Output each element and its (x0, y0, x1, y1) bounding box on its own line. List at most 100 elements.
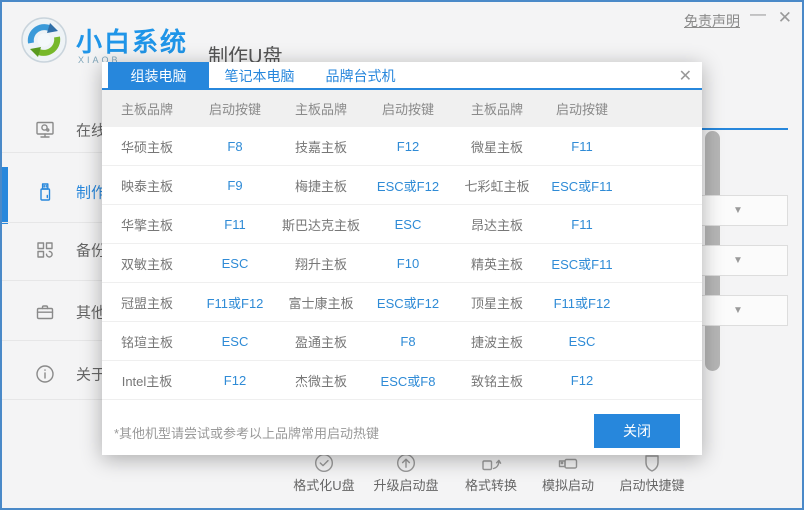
boot-key: ESC (364, 217, 452, 232)
motherboard-brand: 致铭主板 (452, 371, 542, 390)
motherboard-brand: 顶星主板 (452, 293, 542, 312)
sidebar-item-make-usb[interactable]: 制作 (2, 163, 102, 221)
divider (2, 340, 102, 341)
divider (2, 152, 102, 153)
boot-key: F8 (192, 139, 278, 154)
dialog-close-icon[interactable]: ✕ (679, 66, 692, 86)
tab-brand-desktop[interactable]: 品牌台式机 (310, 62, 411, 90)
motherboard-brand: 梅捷主板 (278, 176, 364, 195)
boot-key: F11 (542, 217, 622, 232)
motherboard-brand: 双敏主板 (102, 254, 192, 273)
boot-hotkey-dialog: 组装电脑 笔记本电脑 品牌台式机 ✕ 主板品牌 启动按键 主板品牌 启动按键 主… (102, 62, 702, 455)
boot-key: F12 (542, 373, 622, 388)
close-dialog-button[interactable]: 关闭 (594, 414, 680, 448)
motherboard-brand: 斯巴达克主板 (278, 215, 364, 234)
app-logo-icon (20, 16, 68, 64)
check-circle-icon (313, 452, 335, 474)
motherboard-brand: 七彩虹主板 (452, 176, 542, 195)
toolbar-item-label: 启动快捷键 (606, 475, 698, 494)
chevron-down-icon: ▼ (733, 205, 743, 216)
motherboard-brand: 盈通主板 (278, 332, 364, 351)
boot-key: F11或F12 (192, 293, 278, 312)
boot-key: F12 (192, 373, 278, 388)
boot-key: ESC (192, 334, 278, 349)
boot-key: F11 (192, 217, 278, 232)
app-title: 小白系统 (76, 22, 188, 59)
toolbar-item-label: 模拟启动 (522, 475, 614, 494)
footnote-text: *其他机型请尝试或参考以上品牌常用启动热键 (114, 423, 379, 442)
motherboard-brand: 映泰主板 (102, 176, 192, 195)
motherboard-brand: 精英主板 (452, 254, 542, 273)
boot-key: ESC (542, 334, 622, 349)
boot-key: F10 (364, 256, 452, 271)
grid-icon (34, 239, 56, 261)
boot-key: ESC或F12 (364, 176, 452, 195)
column-header: 启动按键 (542, 99, 622, 118)
toolbar-item-label: 格式化U盘 (278, 475, 370, 494)
app-window: 免责声明 — ✕ 小白系统 XIAOB 制作U盘 在线 (0, 0, 804, 510)
chevron-down-icon: ▼ (733, 255, 743, 266)
motherboard-brand: 富士康主板 (278, 293, 364, 312)
divider (2, 399, 102, 400)
sidebar-item-online[interactable]: 在线 (2, 101, 102, 159)
chevron-down-icon: ▼ (733, 305, 743, 316)
boot-key: ESC (192, 256, 278, 271)
sidebar-item-about[interactable]: 关于 (2, 345, 102, 403)
sidebar-item-backup[interactable]: 备份 (2, 221, 102, 279)
table-row: 双敏主板ESC翔升主板F10精英主板ESC或F11 (102, 244, 702, 283)
motherboard-brand: 技嘉主板 (278, 137, 364, 156)
sidebar-active-indicator (2, 167, 8, 224)
motherboard-brand: Intel主板 (102, 371, 192, 390)
boot-key: F11或F12 (542, 293, 622, 312)
arrow-up-circle-icon (395, 452, 417, 474)
info-icon (34, 363, 56, 385)
toolbar-boot-hotkeys[interactable]: 启动快捷键 (606, 452, 698, 494)
tab-assembled-pc[interactable]: 组装电脑 (108, 62, 209, 90)
table-header-row: 主板品牌 启动按键 主板品牌 启动按键 主板品牌 启动按键 (102, 90, 702, 127)
motherboard-brand: 华硕主板 (102, 137, 192, 156)
table-row: 华硕主板F8技嘉主板F12微星主板F11 (102, 127, 702, 166)
disclaimer-link[interactable]: 免责声明 (684, 11, 740, 31)
convert-icon (480, 452, 502, 474)
toolbar-item-label: 升级启动盘 (360, 475, 452, 494)
boot-key: F8 (364, 334, 452, 349)
column-header: 主板品牌 (452, 99, 542, 118)
motherboard-brand: 微星主板 (452, 137, 542, 156)
boot-key: ESC或F8 (364, 371, 452, 390)
dialog-footer: *其他机型请尝试或参考以上品牌常用启动热键 关闭 (102, 400, 702, 455)
table-row: Intel主板F12杰微主板ESC或F8致铭主板F12 (102, 361, 702, 400)
dialog-tabs: 组装电脑 笔记本电脑 品牌台式机 ✕ (102, 62, 702, 90)
divider (2, 222, 102, 223)
boot-key: F9 (192, 178, 278, 193)
column-header: 启动按键 (192, 99, 278, 118)
monitor-icon (34, 119, 56, 141)
sidebar-item-other[interactable]: 其他 (2, 283, 102, 341)
minimize-icon[interactable]: — (750, 6, 766, 24)
toolbar-upgrade-boot-disk[interactable]: 升级启动盘 (360, 452, 452, 494)
divider (2, 280, 102, 281)
tab-laptop[interactable]: 笔记本电脑 (209, 62, 310, 90)
motherboard-brand: 铭瑄主板 (102, 332, 192, 351)
motherboard-brand: 捷波主板 (452, 332, 542, 351)
boot-key: ESC或F12 (364, 293, 452, 312)
briefcase-icon (34, 301, 56, 323)
toolbar-format-usb[interactable]: 格式化U盘 (278, 452, 370, 494)
column-header: 主板品牌 (102, 99, 192, 118)
shield-icon (641, 452, 663, 474)
toolbar-simulate-boot[interactable]: 模拟启动 (522, 452, 614, 494)
boot-key: ESC或F11 (542, 176, 622, 195)
usb-stick-icon (557, 452, 579, 474)
boot-key: F12 (364, 139, 452, 154)
motherboard-brand: 华擎主板 (102, 215, 192, 234)
table-row: 冠盟主板F11或F12富士康主板ESC或F12顶星主板F11或F12 (102, 283, 702, 322)
motherboard-brand: 冠盟主板 (102, 293, 192, 312)
motherboard-brand: 杰微主板 (278, 371, 364, 390)
window-close-icon[interactable]: ✕ (778, 8, 792, 28)
motherboard-brand: 翔升主板 (278, 254, 364, 273)
table-row: 铭瑄主板ESC盈通主板F8捷波主板ESC (102, 322, 702, 361)
boot-key: F11 (542, 139, 622, 154)
dialog-table-body: 华硕主板F8技嘉主板F12微星主板F11映泰主板F9梅捷主板ESC或F12七彩虹… (102, 127, 702, 400)
table-row: 华擎主板F11斯巴达克主板ESC昂达主板F11 (102, 205, 702, 244)
boot-key: ESC或F11 (542, 254, 622, 273)
column-header: 主板品牌 (278, 99, 364, 118)
